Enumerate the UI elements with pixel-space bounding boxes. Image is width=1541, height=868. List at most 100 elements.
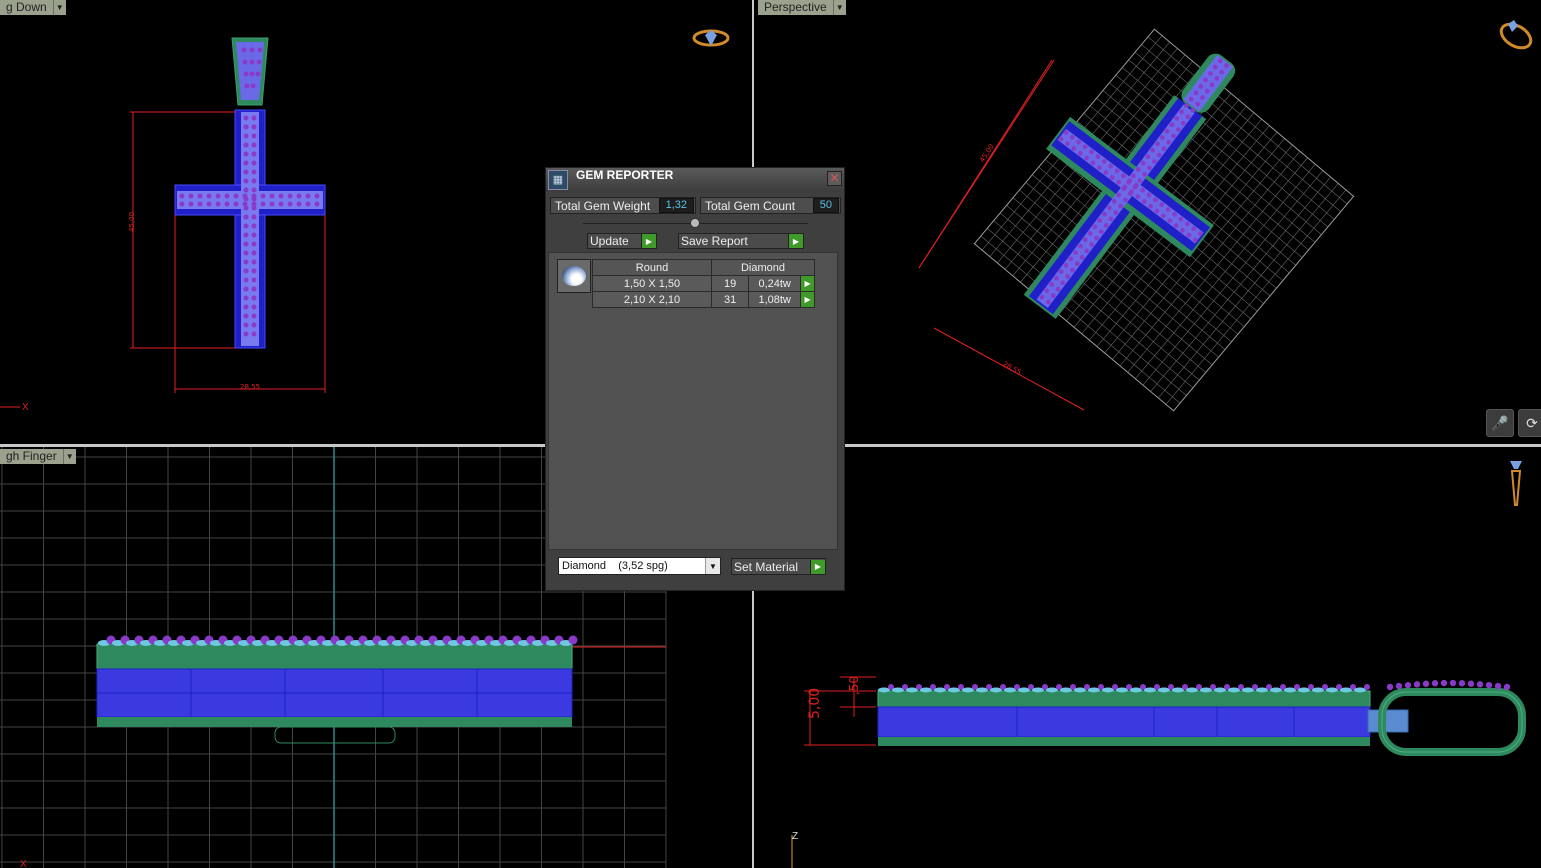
gem-marker (243, 268, 249, 274)
gem-marker (1158, 687, 1170, 693)
gem-marker (242, 201, 248, 207)
gem-marker (243, 124, 249, 130)
gem-marker (278, 193, 284, 199)
material-select[interactable]: Diamond (3,52 spg) ▼ (558, 557, 721, 575)
gem-marker (243, 142, 249, 148)
gem-marker (305, 201, 311, 207)
viewport-top-right[interactable]: 45,00 28,55 Perspective ▼ 🎤 ⟳ (754, 0, 1541, 444)
gem-marker (251, 115, 257, 121)
gem-marker (243, 250, 249, 256)
front-width-dim: 28,55 (240, 383, 260, 391)
gem-marker (1130, 687, 1142, 693)
gem-marker (243, 304, 249, 310)
set-material-button[interactable]: Set Material ▶ (731, 558, 826, 575)
table-row[interactable]: 2,10 X 2,10 31 1,08tw ▶ (592, 291, 815, 308)
gem-marker (906, 687, 918, 693)
gem-material-header: Diamond (711, 259, 815, 276)
gem-marker (278, 201, 284, 207)
gem-marker (251, 169, 257, 175)
chevron-down-icon[interactable]: ▼ (832, 0, 846, 15)
gem-marker (1312, 687, 1324, 693)
gem-marker (314, 193, 320, 199)
viewport-label-top-right[interactable]: Perspective ▼ (758, 0, 846, 15)
chevron-down-icon[interactable]: ▼ (705, 558, 720, 574)
side-total-dim: 5,00 (807, 688, 823, 719)
gem-marker (1088, 687, 1100, 693)
gem-marker (1449, 679, 1457, 687)
gem-marker (1503, 683, 1511, 691)
gem-marker (948, 687, 960, 693)
total-gem-weight-value: 1,32 (658, 198, 694, 213)
play-arrow-icon[interactable]: ▶ (800, 291, 815, 308)
close-icon[interactable]: ✕ (827, 171, 842, 186)
total-gem-count: Total Gem Count 50 (700, 197, 841, 214)
gem-marker (1340, 687, 1352, 693)
gem-marker (1074, 687, 1086, 693)
table-row[interactable]: 1,50 X 1,50 19 0,24tw ▶ (592, 275, 815, 292)
gem-marker (1060, 687, 1072, 693)
gem-marker (1422, 680, 1430, 687)
gem-weight: 0,24tw (748, 275, 802, 292)
gem-marker (892, 687, 904, 693)
gem-marker (251, 178, 257, 184)
gem-marker (243, 160, 249, 166)
gem-marker (1386, 683, 1394, 691)
gem-marker (197, 201, 203, 207)
gem-marker (233, 193, 239, 199)
gem-count: 19 (710, 275, 750, 292)
gem-marker (1413, 681, 1421, 688)
front-height-dim: 45,00 (128, 212, 136, 232)
gem-marker (1298, 687, 1310, 693)
z-axis-label: Z (792, 831, 798, 842)
app-root: 45,00 28,55 X g Down ▼ 45,00 28,55 Persp… (0, 0, 1541, 868)
panel-slider-knob[interactable] (690, 218, 700, 228)
viewport-mode-label: gh Finger (0, 449, 63, 464)
gem-reporter-app-icon: ▦ (548, 170, 568, 190)
gem-list-area[interactable]: Round Diamond 1,50 X 1,50 19 0,24tw ▶ 2,… (548, 252, 838, 550)
chevron-down-icon[interactable]: ▼ (62, 449, 76, 464)
gem-count: 31 (710, 291, 750, 308)
save-report-button[interactable]: Save Report ▶ (678, 233, 804, 249)
gem-marker (224, 193, 230, 199)
gem-marker (251, 133, 257, 139)
play-arrow-icon: ▶ (810, 559, 825, 574)
gem-marker (251, 268, 257, 274)
pendant-icon[interactable] (1506, 457, 1526, 509)
gem-marker (243, 115, 249, 121)
persp-width-dim: 28,55 (1001, 360, 1022, 377)
gem-weight: 1,08tw (748, 291, 802, 308)
play-arrow-icon[interactable]: ▶ (800, 275, 815, 292)
gem-marker (243, 232, 249, 238)
gem-marker (920, 687, 932, 693)
gem-marker (1395, 682, 1403, 690)
gem-reporter-titlebar[interactable]: ▦ GEM REPORTER ✕ (546, 168, 844, 192)
total-gem-count-label: Total Gem Count (705, 198, 796, 213)
rotate-icon[interactable]: ⟳ (1518, 409, 1541, 437)
viewport-label-top-left[interactable]: g Down ▼ (0, 0, 66, 15)
gem-marker (243, 295, 249, 301)
gem-marker (990, 687, 1002, 693)
gem-marker (1431, 680, 1439, 687)
chevron-down-icon[interactable]: ▼ (52, 0, 66, 15)
gem-marker (1404, 681, 1412, 689)
viewport-bottom-right[interactable]: 5,00 ,50 Z (754, 447, 1541, 868)
gem-marker (233, 201, 239, 207)
gem-marker (287, 193, 293, 199)
update-button[interactable]: Update ▶ (587, 233, 657, 249)
ring-icon[interactable] (691, 26, 731, 50)
panel-title: GEM REPORTER (576, 168, 674, 182)
gem-marker (1467, 680, 1475, 687)
microphone-icon[interactable]: 🎤 (1486, 409, 1514, 437)
play-arrow-icon: ▶ (641, 234, 656, 248)
round-gem-icon[interactable] (557, 259, 591, 293)
gem-marker (251, 187, 257, 193)
x-axis-label: X (22, 402, 29, 413)
ring-icon[interactable] (1496, 18, 1536, 54)
viewport-label-bottom-left[interactable]: gh Finger ▼ (0, 449, 76, 464)
gem-marker (934, 687, 946, 693)
gem-marker (251, 124, 257, 130)
gem-marker (206, 201, 212, 207)
gem-marker (243, 223, 249, 229)
gem-marker (251, 295, 257, 301)
gem-marker (251, 201, 257, 207)
